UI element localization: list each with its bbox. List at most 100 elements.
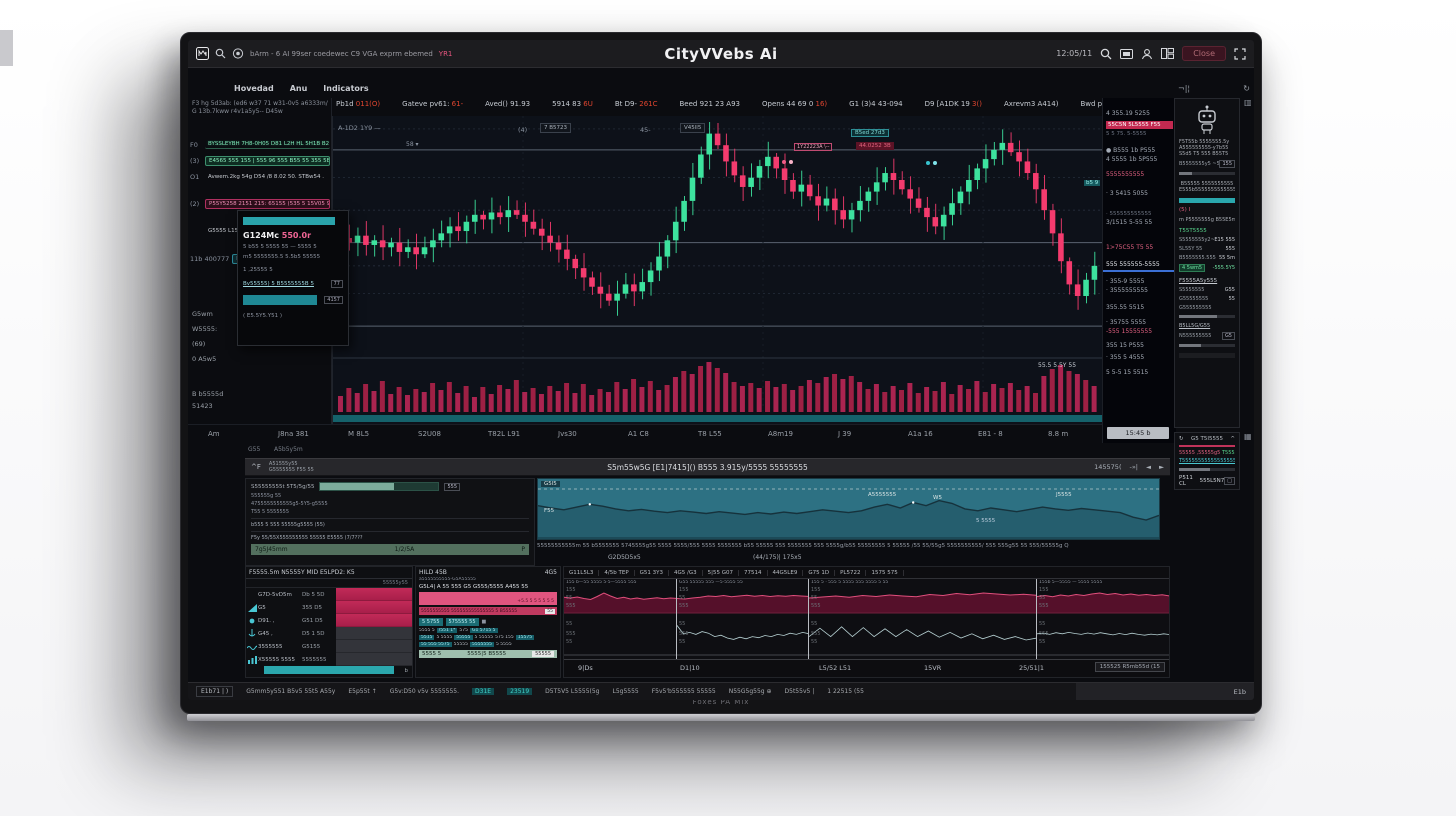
teal-chip-1[interactable]: 5 5755	[419, 618, 443, 626]
watchlist-row-value[interactable]: BYSSLEYBH 7H8-0H05 D81 L2H HL 5H1B B2	[205, 140, 330, 149]
ticker-item[interactable]: D9 [A1DK 19 3()	[925, 100, 982, 113]
pink-strip[interactable]: 5555555555 555555555555555 5 B5555555	[419, 607, 557, 615]
refresh-icon[interactable]: ↻	[1243, 84, 1250, 96]
status-item[interactable]: G5v:D50 v5v 5555555.	[390, 688, 459, 695]
mid-row3[interactable]: F5y 55/55X555555555 55555 E5555 (7/7???	[251, 535, 529, 541]
green-summary-row[interactable]: 5555 55555|5 B555555555	[419, 650, 557, 658]
time-axis[interactable]: AmJ8na 381M 8L5S2U08T82L L91Jvs30A1 C8T8…	[188, 424, 1102, 443]
chart-toolbar-chip-2[interactable]: V45ll5	[680, 123, 705, 133]
status-item[interactable]: D31E	[472, 688, 494, 695]
table-row[interactable]: X55555 55555555555	[246, 653, 412, 666]
rp-link[interactable]: B5LL5G/G55	[1179, 323, 1235, 329]
ticker-item[interactable]: Axrevm3 A414)	[1004, 100, 1058, 113]
main-chart-panel[interactable]	[332, 116, 1102, 424]
mid-green-row[interactable]: 7g5J45mm1/2/5AP	[251, 544, 529, 555]
rp-green-word[interactable]: T55T5555	[1179, 228, 1235, 234]
chart-header-chip[interactable]: 44G5LE9	[768, 570, 804, 576]
table-row-cell[interactable]	[336, 614, 412, 627]
popup-link[interactable]: Bv55555) 5 B5555555B 5	[243, 281, 314, 287]
chart-header-chip[interactable]: G51 3Y3	[635, 570, 669, 576]
close-button[interactable]: Close	[1182, 46, 1226, 61]
ticker-item[interactable]: Gateve pv61: 61-	[402, 100, 463, 113]
ticker-item[interactable]: Aved() 91.93	[485, 100, 530, 113]
chart-header-chip[interactable]: 5|55 G07	[703, 570, 739, 576]
popup-progress-bar[interactable]	[243, 295, 317, 305]
ticker-item[interactable]: Bt D9- 261C	[615, 100, 658, 113]
mid-row2[interactable]: b555 5 555 55555g5555 (55)	[251, 522, 529, 528]
rp-kv-box[interactable]: 155	[1219, 160, 1235, 168]
fullscreen-icon[interactable]	[1234, 48, 1246, 60]
screenshot-icon[interactable]	[1120, 48, 1133, 59]
watchlist-row[interactable]: (3)E4565 555 155 | 555 96 555 B55 55 355…	[190, 154, 330, 167]
chart-header-chip[interactable]: 4G5 /G3	[669, 570, 703, 576]
watchlist-row-value[interactable]: P55Y5258 2151 215: 65155 (535 5 15V05 9	[205, 199, 330, 209]
chart-header-chip[interactable]: 4/5b TEP	[599, 570, 634, 576]
strip-panel-icon[interactable]: ▥	[1244, 98, 1252, 107]
watchlist-row[interactable]: F0BYSSLEYBH 7H8-0H05 D81 L2H HL 5H1B B2	[190, 138, 330, 151]
chart-toolbar-chip-1[interactable]: 7 B5723	[540, 123, 571, 133]
camera-icon[interactable]	[232, 48, 244, 59]
collapse-icon[interactable]: ^	[1230, 436, 1235, 442]
topbar-search-text[interactable]: bArm - 6 AI 99ser coedewec C9 VGA exprm …	[250, 50, 433, 58]
status-item[interactable]: 1 22515 (55	[827, 688, 864, 695]
search-icon[interactable]	[215, 48, 226, 59]
expand-small-icon[interactable]: -»|	[1129, 463, 1138, 471]
charts-note-box[interactable]: 155525 R5mb55d (15	[1095, 662, 1165, 672]
chart-header-chip[interactable]: 1575 575	[866, 570, 903, 576]
status-item[interactable]: F5v5'b555555 55555	[652, 688, 716, 695]
tab-indicators[interactable]: Indicators	[323, 84, 368, 93]
tab-anu[interactable]: Anu	[290, 84, 308, 93]
ticker-item[interactable]: 5914 83 6U	[552, 100, 593, 113]
pink-block[interactable]: +5.5 5 5 5 5 5 5	[419, 592, 557, 605]
chart-header-chip[interactable]: G75 1D	[803, 570, 835, 576]
mid-row1-box[interactable]: 555	[444, 483, 460, 491]
status-item[interactable]: 23519	[507, 688, 532, 695]
mini-chart-panel-1[interactable]: 155 b—55 5555 5·5—5555 55515555555555555…	[564, 579, 677, 659]
table-row-cell[interactable]	[336, 627, 412, 640]
sub-panel-link[interactable]: T55555555555555555	[1179, 458, 1235, 464]
table-footer-bar[interactable]	[264, 666, 394, 674]
user-icon[interactable]	[1141, 48, 1153, 60]
chart-tool-label[interactable]: 58 ▾	[406, 141, 419, 148]
pin-icon[interactable]: ¬|¦	[1178, 84, 1190, 96]
chart-header-chip[interactable]: 77514	[739, 570, 768, 576]
mini-chart-panel-4[interactable]: 155b 5—5555 — 5555 5555155555555555555	[1037, 579, 1169, 659]
nav-forward-icon[interactable]: ►	[1159, 463, 1164, 471]
alert-box-outline[interactable]: 1Y22223A \--	[794, 143, 832, 151]
refresh-small-icon[interactable]: ↻	[1179, 436, 1184, 442]
watchlist-row-value[interactable]: E4565 555 155 | 555 96 555 B55 55 355 5B	[205, 156, 330, 166]
status-item[interactable]: D5T5V5 L5555(5g	[545, 688, 599, 695]
status-item[interactable]: G5mm5y551 B5v5 55t5 A55y	[246, 688, 335, 695]
popup-highlight-bar[interactable]	[243, 217, 335, 225]
mini-chart-panel-2[interactable]: G55 55555 555 —5·5555 55155555555555555	[677, 579, 809, 659]
strip-grid-icon[interactable]: ▦	[1244, 432, 1252, 441]
buy-tag-chip[interactable]: B5ed 27d3	[851, 129, 889, 137]
price-scale[interactable]: 15:45 b 4 355.19 525555C5N 5L5555 F555 5…	[1102, 98, 1176, 443]
alert-box-filled[interactable]: 44.0252 3B	[856, 142, 894, 150]
grid-small-icon[interactable]: □	[1224, 477, 1235, 485]
table-row[interactable]: G7D-5vD5mDb 5 5D	[246, 588, 412, 601]
teal-chip-2[interactable]: 575555 55	[446, 618, 479, 626]
status-left-chip[interactable]: E1b71 | )	[196, 686, 233, 697]
status-item[interactable]: E5p55t ↑	[348, 688, 376, 695]
table-row[interactable]: G45 ,D5 1 5D	[246, 627, 412, 640]
table-row[interactable]: D91. ,G51 D5	[246, 614, 412, 627]
status-item[interactable]: D5t55v5 |	[785, 688, 815, 695]
mid-progress-slider[interactable]	[319, 482, 439, 491]
ticker-item[interactable]: G1 (3)4 43-094	[849, 100, 903, 113]
table-row[interactable]: G5355 D5	[246, 601, 412, 614]
ticker-item[interactable]: Pb1d 011(O)	[336, 100, 380, 113]
watchlist-row-value[interactable]: Avwem.2kg 54g D54 /8 8.02 50. STBw54 .	[205, 173, 330, 181]
app-logo-icon[interactable]	[196, 47, 209, 60]
popup-value-box[interactable]: 77	[331, 280, 343, 288]
ticker-item[interactable]: Opens 44 69 0 16)	[762, 100, 827, 113]
chart-header-chip[interactable]: G11L5L3	[564, 570, 599, 576]
table-row-cell[interactable]	[336, 588, 412, 601]
nav-back-icon[interactable]: ◄	[1146, 463, 1151, 471]
search-icon[interactable]	[1100, 48, 1112, 60]
table-row-cell[interactable]	[336, 601, 412, 614]
mid-header-icon[interactable]: ^F	[251, 463, 261, 471]
mini-chart-panel-3[interactable]: 155 5 · 555 5 5555 555 5555 5 5515555555…	[809, 579, 1037, 659]
status-right-label[interactable]: E1b	[1234, 688, 1246, 696]
status-item[interactable]: N55G5g55g ⊕	[729, 688, 772, 695]
